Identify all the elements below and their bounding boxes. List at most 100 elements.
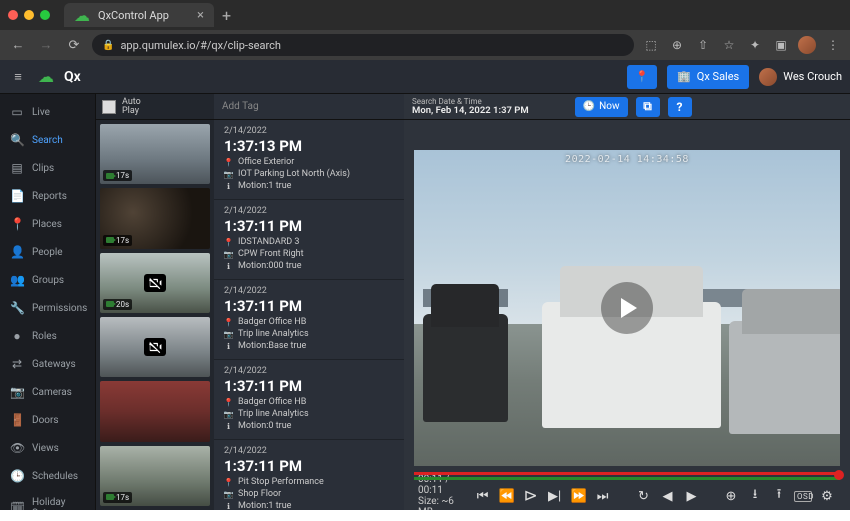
nav-reload-icon[interactable]: ⟳	[64, 38, 84, 53]
sidebar-item-permissions[interactable]: 🔧Permissions	[0, 294, 95, 322]
sidebar-item-live[interactable]: ▭Live	[0, 98, 95, 126]
sidebar-item-groups[interactable]: 👥Groups	[0, 266, 95, 294]
play-overlay-icon[interactable]	[601, 282, 653, 334]
share-icon[interactable]: ⇧	[694, 36, 712, 54]
sidebar-item-cameras[interactable]: 📷Cameras	[0, 378, 95, 406]
sidebar-item-label: Groups	[32, 275, 64, 286]
upload-icon[interactable]: ⭱	[770, 485, 788, 507]
sidebar-icon: 👁	[10, 441, 24, 455]
sidebar-item-schedules[interactable]: 🕒Schedules	[0, 462, 95, 490]
thumb-column-header: Auto Play	[96, 94, 214, 120]
clip-thumbnail[interactable]: 17s	[100, 124, 210, 184]
clip-list-item[interactable]: 2/14/20221:37:11 PM📍Pit Stop Performance…	[214, 440, 404, 510]
clip-list-item[interactable]: 2/14/20221:37:11 PM📍IDSTANDARD 3📷CPW Fro…	[214, 200, 404, 280]
install-app-icon[interactable]: ⬚	[642, 36, 660, 54]
clip-thumbnail[interactable]	[100, 317, 210, 377]
clip-list-item[interactable]: 2/14/20221:37:13 PM📍Office Exterior📷IOT …	[214, 120, 404, 200]
clip-list-item[interactable]: 2/14/20221:37:11 PM📍Badger Office HB📷Tri…	[214, 360, 404, 440]
clip-thumbnail[interactable]	[100, 381, 210, 441]
sidebar-icon: ●	[10, 329, 24, 343]
sidebar-icon: 📷	[10, 385, 24, 399]
sidebar-item-label: Clips	[32, 163, 54, 174]
nav-back-icon[interactable]: ←	[8, 37, 28, 53]
loop-icon[interactable]: ↻	[634, 489, 652, 504]
clip-time: 1:37:11 PM	[224, 377, 394, 395]
browser-profile-avatar[interactable]	[798, 36, 816, 54]
sidebar-icon: ⇄	[10, 357, 24, 371]
sidebar-item-doors[interactable]: 🚪Doors	[0, 406, 95, 434]
sidebar-item-gateways[interactable]: ⇄Gateways	[0, 350, 95, 378]
header-pin-button[interactable]: 📍	[627, 65, 657, 89]
add-tag-input[interactable]: Add Tag	[222, 101, 259, 112]
clip-thumbnail[interactable]: 17s	[100, 188, 210, 248]
nav-forward-icon[interactable]: →	[36, 37, 56, 53]
close-window[interactable]	[8, 10, 18, 20]
record-icon	[106, 173, 114, 179]
browser-tab[interactable]: ☁ QxControl App ×	[64, 3, 214, 27]
close-tab-icon[interactable]: ×	[197, 8, 204, 23]
sidebar-item-places[interactable]: 📍 Places	[0, 210, 95, 238]
select-all-checkbox[interactable]	[102, 100, 116, 114]
extensions-icon[interactable]: ✦	[746, 36, 764, 54]
clip-list-column: Add Tag 2/14/20221:37:13 PM📍Office Exter…	[214, 94, 404, 510]
play-icon[interactable]: ⊳	[522, 486, 540, 506]
clip-thumbnail[interactable]: 17s	[100, 446, 210, 506]
sidebar-item-label: Permissions	[32, 303, 87, 314]
new-tab-button[interactable]: +	[222, 6, 231, 25]
bookmark-icon[interactable]: ☆	[720, 36, 738, 54]
sidebar-item-search[interactable]: 🔍Search	[0, 126, 95, 154]
step-fwd-icon[interactable]: ▶|	[546, 489, 564, 504]
frame-back-icon[interactable]: ◀	[658, 489, 676, 504]
search-date-box[interactable]: Search Date & Time Mon, Feb 14, 2022 1:3…	[412, 98, 529, 116]
sidebar-icon: ▤	[10, 161, 24, 175]
fast-fwd-icon[interactable]: ⏩	[570, 489, 588, 504]
frame-fwd-icon[interactable]: ▶	[682, 489, 700, 504]
clip-date: 2/14/2022	[224, 286, 394, 296]
sidebar-icon: 📍	[10, 217, 24, 231]
scrub-bar[interactable]	[414, 470, 840, 482]
info-icon: ℹ	[224, 342, 233, 351]
player-wrap: 2022-02-14 14:34:58 00:11 / 00:11 Size: …	[404, 120, 850, 510]
minimize-window[interactable]	[24, 10, 34, 20]
help-icon: ?	[677, 100, 683, 114]
scrub-knob[interactable]	[834, 470, 844, 480]
copy-button[interactable]: ⧉	[636, 97, 660, 117]
gear-icon[interactable]: ⚙	[818, 489, 836, 504]
clip-thumbnail[interactable]: 20s	[100, 253, 210, 313]
hamburger-icon[interactable]: ≡	[8, 69, 28, 85]
now-button[interactable]: 🕒 Now	[575, 97, 628, 117]
zoom-in-icon[interactable]: ⊕	[722, 489, 740, 504]
sidebar-item-views[interactable]: 👁Views	[0, 434, 95, 462]
search-row: Search Date & Time Mon, Feb 14, 2022 1:3…	[404, 94, 850, 120]
sidebar-item-reports[interactable]: 📄Reports	[0, 182, 95, 210]
clip-list-item[interactable]: 2/14/20221:37:11 PM📍Badger Office HB📷Tri…	[214, 280, 404, 360]
clip-time: 1:37:13 PM	[224, 137, 394, 155]
camera-icon: 📷	[224, 170, 233, 179]
now-button-label: Now	[599, 101, 619, 112]
skip-end-icon[interactable]: ⏭	[594, 489, 612, 504]
osd-toggle[interactable]: OSD	[794, 491, 812, 502]
video-player[interactable]: 2022-02-14 14:34:58	[414, 150, 840, 466]
sidebar-item-people[interactable]: 👤People	[0, 238, 95, 266]
sidebar-item-clips[interactable]: ▤ Clips	[0, 154, 95, 182]
sidebar-item-holiday-sets[interactable]: 🗓Holiday Sets	[0, 490, 95, 510]
url-bar[interactable]: 🔒 app.qumulex.io/#/qx/clip-search	[92, 34, 634, 56]
skip-start-icon[interactable]: ⏮	[474, 489, 492, 504]
maximize-window[interactable]	[40, 10, 50, 20]
qx-sales-button[interactable]: 🏢 Qx Sales	[667, 65, 749, 89]
thumb-column: Auto Play 17s17s20s17s	[96, 94, 214, 510]
sidebar-item-label: Places	[32, 219, 62, 230]
pin-icon: 📍	[224, 238, 233, 247]
user-menu[interactable]: Wes Crouch	[759, 68, 842, 86]
download-icon[interactable]: ⭳	[746, 485, 764, 507]
rewind-icon[interactable]: ⏪	[498, 489, 516, 504]
thumb-list: 17s17s20s17s	[96, 120, 214, 510]
scrub-wrap	[414, 466, 840, 482]
browser-menu-icon[interactable]: ⋮	[824, 36, 842, 54]
sidepanel-icon[interactable]: ▣	[772, 36, 790, 54]
zoom-icon[interactable]: ⊕	[668, 36, 686, 54]
sidebar-item-roles[interactable]: ●Roles	[0, 322, 95, 350]
clip-list-header: Add Tag	[214, 94, 404, 120]
help-button[interactable]: ?	[668, 97, 692, 117]
clip-meta: ℹMotion:000 true	[224, 261, 394, 271]
